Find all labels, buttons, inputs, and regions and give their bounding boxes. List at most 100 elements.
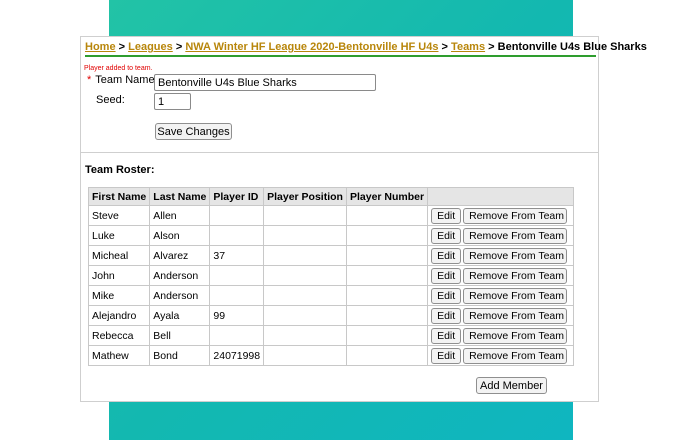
- edit-player-button[interactable]: Edit: [431, 227, 462, 244]
- edit-player-button[interactable]: Edit: [431, 347, 462, 364]
- remove-from-team-button[interactable]: Remove From Team: [463, 347, 568, 364]
- breadcrumb: Home > Leagues > NWA Winter HF League 20…: [85, 39, 647, 57]
- cell-actions: Edit Remove From Team: [427, 305, 575, 326]
- cell-player-number: [345, 245, 429, 266]
- cell-player-number: [345, 325, 429, 346]
- edit-player-button[interactable]: Edit: [431, 247, 462, 264]
- remove-from-team-button[interactable]: Remove From Team: [463, 327, 568, 344]
- cell-first-name: Mathew: [87, 345, 151, 366]
- add-member-button[interactable]: Add Member: [476, 377, 547, 394]
- table-row: John Anderson Edit Remove From Team: [87, 265, 575, 286]
- edit-player-button[interactable]: Edit: [431, 207, 462, 224]
- cell-player-id: 99: [209, 305, 265, 326]
- team-name-input[interactable]: [154, 74, 376, 91]
- cell-player-id: 24071998: [209, 345, 265, 366]
- table-row: Rebecca Bell Edit Remove From Team: [87, 325, 575, 346]
- cell-player-id: [209, 225, 265, 246]
- cell-first-name: Mike: [87, 285, 151, 306]
- cell-actions: Edit Remove From Team: [427, 345, 575, 366]
- cell-player-position: [263, 265, 347, 286]
- breadcrumb-separator: >: [488, 41, 495, 53]
- cell-player-id: 37: [209, 245, 265, 266]
- cell-last-name: Alson: [149, 225, 211, 246]
- column-header-player-position: Player Position: [263, 187, 347, 206]
- breadcrumb-teams-link[interactable]: Teams: [451, 41, 485, 53]
- cell-player-position: [263, 345, 347, 366]
- seed-label: Seed:: [96, 94, 125, 106]
- remove-from-team-button[interactable]: Remove From Team: [463, 267, 568, 284]
- roster-title: Team Roster:: [85, 164, 155, 176]
- breadcrumb-leagues-link[interactable]: Leagues: [128, 41, 173, 53]
- cell-player-number: [345, 205, 429, 226]
- column-header-player-number: Player Number: [345, 187, 429, 206]
- table-row: Mike Anderson Edit Remove From Team: [87, 285, 575, 306]
- roster-header-row: First Name Last Name Player ID Player Po…: [87, 187, 575, 206]
- cell-first-name: Steve: [87, 205, 151, 226]
- remove-from-team-button[interactable]: Remove From Team: [463, 247, 568, 264]
- team-name-label-text: Team Name:: [95, 74, 158, 86]
- table-row: Steve Allen Edit Remove From Team: [87, 205, 575, 226]
- column-header-actions: [427, 187, 575, 206]
- remove-from-team-button[interactable]: Remove From Team: [463, 307, 568, 324]
- remove-from-team-button[interactable]: Remove From Team: [463, 227, 568, 244]
- cell-last-name: Allen: [149, 205, 211, 226]
- breadcrumb-home-link[interactable]: Home: [85, 41, 116, 53]
- breadcrumb-separator: >: [441, 41, 448, 53]
- edit-player-button[interactable]: Edit: [431, 307, 462, 324]
- cell-player-id: [209, 285, 265, 306]
- table-row: Luke Alson Edit Remove From Team: [87, 225, 575, 246]
- cell-player-position: [263, 325, 347, 346]
- cell-player-number: [345, 285, 429, 306]
- edit-player-button[interactable]: Edit: [431, 287, 462, 304]
- section-divider: [81, 152, 598, 153]
- cell-last-name: Anderson: [149, 285, 211, 306]
- cell-player-position: [263, 205, 347, 226]
- edit-player-button[interactable]: Edit: [431, 327, 462, 344]
- cell-player-id: [209, 265, 265, 286]
- cell-first-name: Luke: [87, 225, 151, 246]
- roster-table: First Name Last Name Player ID Player Po…: [87, 187, 575, 366]
- remove-from-team-button[interactable]: Remove From Team: [463, 207, 568, 224]
- team-name-label: * Team Name:: [87, 74, 158, 86]
- cell-player-position: [263, 245, 347, 266]
- cell-player-position: [263, 285, 347, 306]
- cell-last-name: Bond: [149, 345, 211, 366]
- cell-actions: Edit Remove From Team: [427, 325, 575, 346]
- cell-player-id: [209, 205, 265, 226]
- breadcrumb-separator: >: [175, 41, 183, 53]
- cell-last-name: Anderson: [149, 265, 211, 286]
- cell-actions: Edit Remove From Team: [427, 285, 575, 306]
- cell-last-name: Bell: [149, 325, 211, 346]
- cell-first-name: Rebecca: [87, 325, 151, 346]
- cell-player-number: [345, 225, 429, 246]
- column-header-last-name: Last Name: [149, 187, 211, 206]
- team-edit-panel: Home > Leagues > NWA Winter HF League 20…: [80, 36, 647, 402]
- breadcrumb-league-link[interactable]: NWA Winter HF League 2020-Bentonville HF…: [185, 41, 438, 53]
- cell-actions: Edit Remove From Team: [427, 245, 575, 266]
- cell-last-name: Ayala: [149, 305, 211, 326]
- cell-first-name: John: [87, 265, 151, 286]
- cell-actions: Edit Remove From Team: [427, 265, 575, 286]
- breadcrumb-current: Bentonville U4s Blue Sharks: [497, 41, 647, 53]
- table-row: Alejandro Ayala 99 Edit Remove From Team: [87, 305, 575, 326]
- table-row: Mathew Bond 24071998 Edit Remove From Team: [87, 345, 575, 366]
- seed-input[interactable]: [154, 93, 191, 110]
- cell-actions: Edit Remove From Team: [427, 205, 575, 226]
- breadcrumb-separator: >: [118, 41, 126, 53]
- flash-message: Player added to team.: [84, 65, 153, 72]
- table-row: Micheal Alvarez 37 Edit Remove From Team: [87, 245, 575, 266]
- cell-player-id: [209, 325, 265, 346]
- cell-last-name: Alvarez: [149, 245, 211, 266]
- cell-actions: Edit Remove From Team: [427, 225, 575, 246]
- cell-player-number: [345, 305, 429, 326]
- remove-from-team-button[interactable]: Remove From Team: [463, 287, 568, 304]
- required-marker: *: [87, 74, 92, 86]
- edit-player-button[interactable]: Edit: [431, 267, 462, 284]
- cell-player-number: [345, 265, 429, 286]
- cell-player-position: [263, 305, 347, 326]
- save-changes-button[interactable]: Save Changes: [155, 123, 232, 140]
- cell-first-name: Alejandro: [87, 305, 151, 326]
- column-header-first-name: First Name: [87, 187, 151, 206]
- column-header-player-id: Player ID: [209, 187, 265, 206]
- cell-first-name: Micheal: [87, 245, 151, 266]
